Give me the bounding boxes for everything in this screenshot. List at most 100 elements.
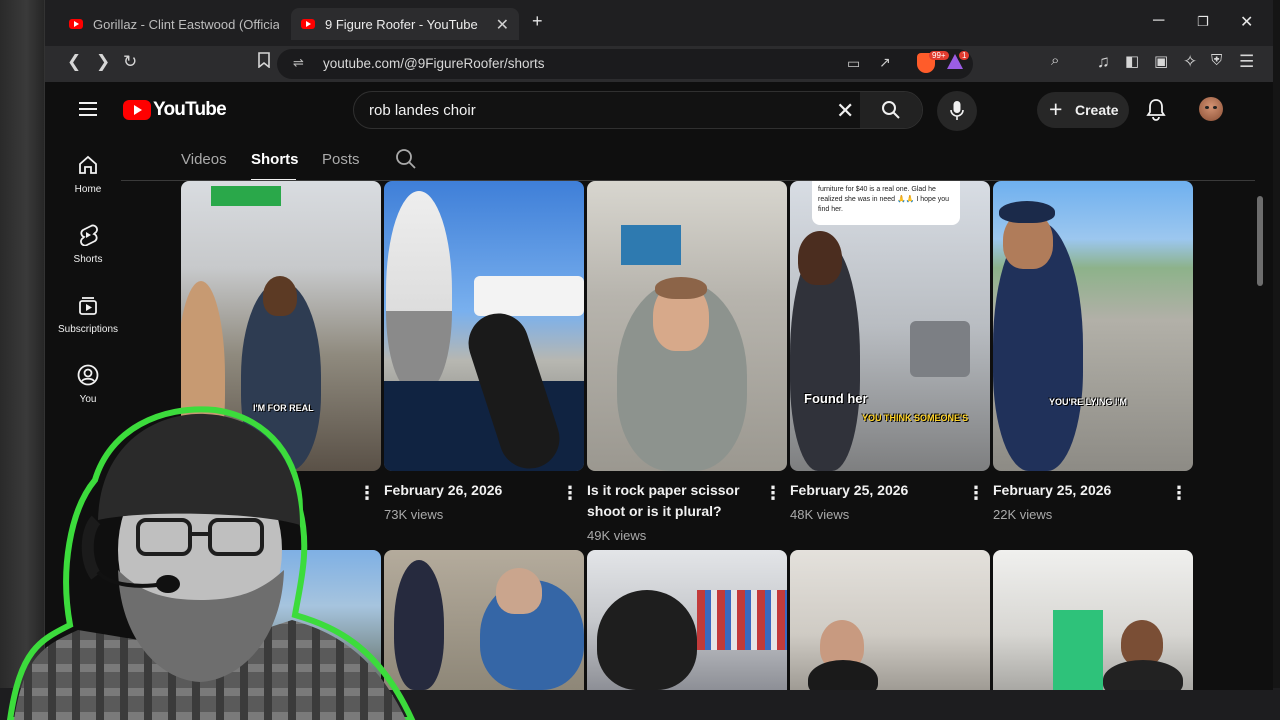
- truck: [474, 276, 584, 316]
- short-title[interactable]: Is it rock paper scissor shoot or is it …: [587, 480, 757, 522]
- media-icon[interactable]: ♫: [1097, 52, 1110, 72]
- more-actions-icon[interactable]: ⋮: [967, 484, 985, 502]
- guide-item-subscriptions[interactable]: Subscriptions: [57, 294, 119, 335]
- you-icon: [77, 364, 99, 386]
- shields-count-badge: 99+: [929, 51, 949, 60]
- short-views: 49K views: [587, 528, 647, 543]
- create-label: Create: [1075, 102, 1119, 118]
- sidebar-icon[interactable]: ◧: [1125, 52, 1139, 70]
- close-tab-icon[interactable]: ✕: [496, 15, 509, 35]
- person-figure: [386, 191, 452, 391]
- site-settings-icon[interactable]: ⇌: [293, 55, 304, 71]
- back-icon[interactable]: ❮: [67, 52, 81, 72]
- close-window-icon[interactable]: ✕: [1240, 12, 1253, 32]
- guide-item-you[interactable]: You: [57, 364, 119, 405]
- channel-search-icon[interactable]: [395, 148, 417, 170]
- guide-label: Subscriptions: [57, 324, 119, 335]
- store-sign: [211, 186, 281, 206]
- short-thumbnail[interactable]: [993, 550, 1193, 690]
- short-views: 22K views: [993, 507, 1053, 522]
- scrollbar-thumb[interactable]: [1257, 196, 1263, 286]
- hair: [655, 277, 707, 299]
- short-caption: YOU'RE LYING I'M: [1049, 397, 1127, 407]
- youtube-favicon-icon: [69, 19, 83, 29]
- youtube-play-icon: [123, 100, 151, 120]
- short-thumbnail[interactable]: [587, 181, 787, 471]
- person-head: [798, 231, 842, 285]
- tab-title: Gorillaz - Clint Eastwood (Official Vid: [93, 16, 279, 32]
- new-tab-button[interactable]: +: [532, 11, 543, 32]
- menu-icon[interactable]: ☰: [1239, 52, 1254, 72]
- short-thumbnail[interactable]: [587, 550, 787, 690]
- leo-ai-icon[interactable]: ✧: [1183, 52, 1197, 72]
- forward-icon[interactable]: ❯: [96, 52, 110, 72]
- short-thumbnail[interactable]: [790, 550, 990, 690]
- youtube-logo[interactable]: YouTube: [123, 99, 227, 121]
- minimize-icon[interactable]: ─: [1153, 12, 1164, 30]
- url-text: youtube.com/@9FigureRoofer/shorts: [323, 56, 545, 71]
- headset-mic: [156, 575, 180, 593]
- guide-label: Shorts: [73, 254, 103, 265]
- short-thumbnail[interactable]: furniture for $40 is a real one. Glad he…: [790, 181, 990, 471]
- person-figure: [1103, 660, 1183, 690]
- tab-search-icon[interactable]: ⌕: [1051, 52, 1059, 69]
- guide-menu-icon[interactable]: [79, 102, 97, 116]
- more-actions-icon[interactable]: ⋮: [764, 484, 782, 502]
- tab-strip: Gorillaz - Clint Eastwood (Official Vid …: [45, 0, 1273, 46]
- tab-9-figure-roofer[interactable]: 9 Figure Roofer - YouTube ✕: [291, 8, 519, 40]
- headset-earcup: [81, 515, 102, 580]
- vpn-icon[interactable]: ⛨: [1211, 52, 1222, 69]
- search-button[interactable]: [860, 92, 922, 128]
- account-avatar[interactable]: [1199, 97, 1223, 121]
- maximize-icon[interactable]: ❐: [1197, 14, 1209, 30]
- webcam-overlay: [6, 406, 416, 720]
- person-figure: [808, 660, 878, 690]
- short-thumbnail[interactable]: YOU'RE LYING I'M: [993, 181, 1193, 471]
- wallet-icon[interactable]: ▣: [1154, 52, 1168, 70]
- short-title[interactable]: February 25, 2026: [993, 480, 1163, 501]
- guide-item-home[interactable]: Home: [57, 154, 119, 195]
- screenshot-stage: Gorillaz - Clint Eastwood (Official Vid …: [0, 0, 1280, 720]
- comment-overlay: furniture for $40 is a real one. Glad he…: [812, 181, 960, 225]
- reload-icon[interactable]: ↻: [123, 52, 137, 72]
- short-caption-secondary: YOU THINK SOMEONE'S: [862, 413, 969, 423]
- share-icon[interactable]: ↗: [879, 54, 891, 71]
- guide-label: Home: [74, 184, 102, 195]
- notifications-bell-icon[interactable]: [1145, 98, 1167, 122]
- youtube-logo-text: YouTube: [153, 99, 227, 120]
- page-scrollbar[interactable]: [1255, 186, 1265, 686]
- search-input[interactable]: rob landes choir: [369, 102, 476, 119]
- youtube-favicon-icon: [301, 19, 315, 29]
- create-button[interactable]: + Create: [1037, 92, 1129, 128]
- guide-item-shorts[interactable]: Shorts: [57, 224, 119, 265]
- more-actions-icon[interactable]: ⋮: [561, 484, 579, 502]
- cap: [999, 201, 1055, 223]
- search-box[interactable]: rob landes choir ✕: [353, 91, 923, 129]
- voice-search-button[interactable]: [937, 91, 977, 131]
- plus-icon: +: [1049, 96, 1063, 122]
- pot: [910, 321, 970, 377]
- clothing-display: [1053, 610, 1103, 690]
- short-title[interactable]: February 25, 2026: [790, 480, 960, 501]
- tab-posts[interactable]: Posts: [322, 151, 360, 168]
- more-actions-icon[interactable]: ⋮: [1170, 484, 1188, 502]
- person-head: [597, 590, 697, 690]
- short-caption: Found her: [804, 391, 868, 406]
- person-head: [496, 568, 542, 614]
- store-sign: [621, 225, 681, 265]
- bookmark-icon[interactable]: [258, 52, 270, 73]
- tab-title: 9 Figure Roofer - YouTube: [325, 16, 478, 32]
- short-views: 48K views: [790, 507, 850, 522]
- tab-gorillaz[interactable]: Gorillaz - Clint Eastwood (Official Vid: [59, 8, 291, 40]
- cast-icon[interactable]: ▭: [847, 55, 860, 72]
- address-bar[interactable]: ⇌ youtube.com/@9FigureRoofer/shorts ▭ ↗ …: [277, 49, 973, 79]
- tab-shorts[interactable]: Shorts: [251, 151, 299, 168]
- home-icon: [79, 155, 97, 174]
- clear-search-icon[interactable]: ✕: [836, 98, 854, 124]
- clothing-rack: [697, 590, 787, 650]
- subscriptions-icon: [79, 297, 97, 315]
- search-icon: [882, 101, 900, 119]
- browser-toolbar: ❮ ❯ ↻ ⇌ youtube.com/@9FigureRoofer/short…: [45, 46, 1273, 82]
- tab-videos[interactable]: Videos: [181, 151, 227, 168]
- person-head: [263, 276, 297, 316]
